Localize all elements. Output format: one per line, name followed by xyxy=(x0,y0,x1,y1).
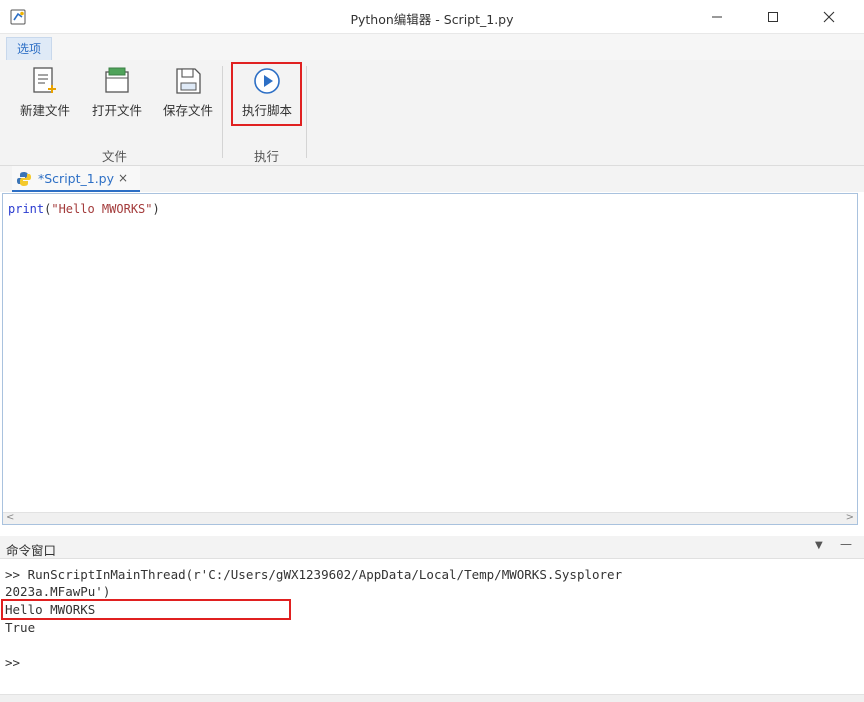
save-file-button[interactable]: 保存文件 xyxy=(157,66,219,128)
open-file-label: 打开文件 xyxy=(91,103,142,118)
python-file-icon xyxy=(16,171,32,190)
tab-close-icon[interactable]: × xyxy=(118,171,128,185)
save-file-label: 保存文件 xyxy=(162,103,213,118)
new-file-icon xyxy=(33,67,56,93)
editor-horizontal-scrollbar[interactable]: < > xyxy=(3,512,857,524)
code-paren-close: ) xyxy=(152,202,160,216)
console-line: >> RunScriptInMainThread(r'C:/Users/gWX1… xyxy=(5,567,623,582)
ribbon-tab-bar: 选项 xyxy=(0,34,864,60)
minimize-button[interactable] xyxy=(694,0,740,34)
console-prompt[interactable]: >> xyxy=(5,655,20,670)
ribbon-divider xyxy=(306,66,307,158)
tab-options[interactable]: 选项 xyxy=(6,37,53,60)
group-label-run: 执行 xyxy=(254,149,280,164)
new-file-label: 新建文件 xyxy=(19,103,70,118)
code-line: print("Hello MWORKS") xyxy=(8,202,160,216)
minimize-icon xyxy=(712,16,722,18)
title-bar: Python编辑器 - Script_1.py xyxy=(0,0,864,34)
save-file-icon xyxy=(176,68,201,94)
close-button[interactable] xyxy=(806,0,852,34)
open-file-button[interactable]: 打开文件 xyxy=(86,66,148,128)
new-file-button[interactable]: 新建文件 xyxy=(14,66,76,128)
tab-label: *Script_1.py xyxy=(38,171,115,186)
maximize-icon xyxy=(768,12,778,22)
chevron-down-icon[interactable]: ▼ xyxy=(815,540,823,551)
console-horizontal-scrollbar[interactable] xyxy=(0,694,864,702)
close-icon xyxy=(823,11,835,23)
maximize-button[interactable] xyxy=(750,0,796,34)
scroll-left-icon[interactable]: < xyxy=(6,512,14,523)
code-string: "Hello MWORKS" xyxy=(51,202,153,216)
console-line: True xyxy=(5,620,36,635)
open-file-icon xyxy=(105,67,129,93)
document-tab-bar: *Script_1.py × xyxy=(0,166,864,192)
command-window-title: 命令窗口 xyxy=(6,543,57,558)
highlight-box-run-script xyxy=(231,62,302,126)
highlight-box-output xyxy=(1,599,291,620)
panel-minimize-icon[interactable]: — xyxy=(840,537,852,551)
group-label-file: 文件 xyxy=(102,149,128,164)
ribbon-divider xyxy=(222,66,223,158)
tab-script-1[interactable]: *Script_1.py × xyxy=(12,166,140,192)
scroll-right-icon[interactable]: > xyxy=(846,512,854,523)
ribbon-panel: 新建文件 打开文件 保存文件 文件 执行脚本 执行 xyxy=(0,60,864,166)
code-editor[interactable]: print("Hello MWORKS") < > xyxy=(2,193,858,525)
command-console[interactable]: >> RunScriptInMainThread(r'C:/Users/gWX1… xyxy=(0,558,864,702)
console-line: 2023a.MFawPu') xyxy=(5,584,111,599)
command-window-header: 命令窗口 ▼ — xyxy=(0,536,864,558)
code-keyword: print xyxy=(8,202,45,216)
